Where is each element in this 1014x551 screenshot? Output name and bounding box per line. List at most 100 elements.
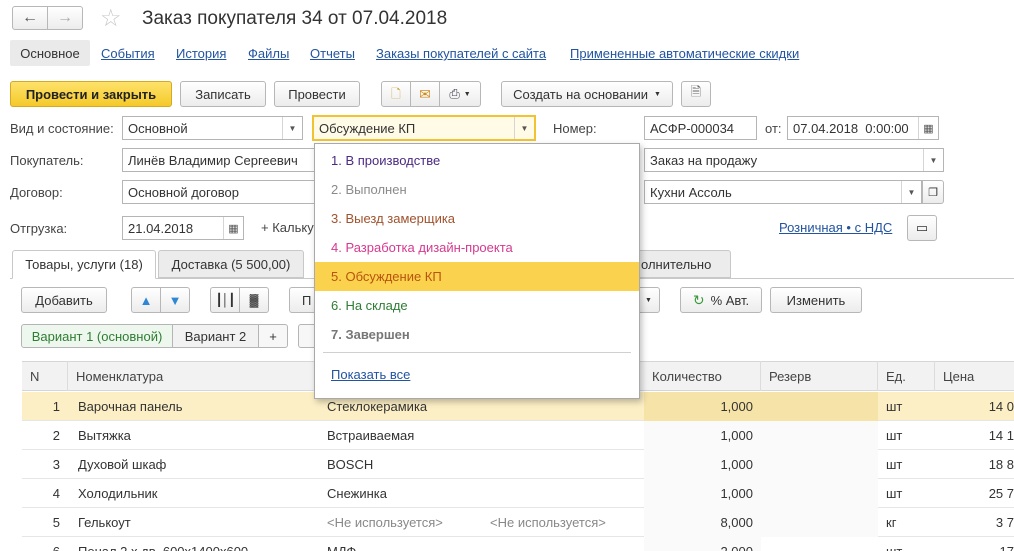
col-header-qty[interactable]: Количество	[644, 361, 761, 391]
price-settings-button[interactable]: ▭	[907, 215, 937, 241]
calendar-icon[interactable]: ▦	[918, 117, 938, 139]
contract-field[interactable]: Основной договор	[122, 180, 322, 204]
tab-site-orders[interactable]: Заказы покупателей с сайта	[376, 46, 546, 61]
add-variant-button[interactable]: +	[258, 324, 288, 348]
post-label: Провести	[288, 86, 346, 102]
shipment-date-field[interactable]: 21.04.2018 ▦	[122, 216, 244, 240]
auto-discount-button[interactable]: ↻ % Авт.	[680, 287, 762, 313]
row-qty: 1,000	[644, 450, 761, 479]
state-option-1[interactable]: 1. В производстве	[315, 146, 639, 175]
tab-goods[interactable]: Товары, услуги (18)	[12, 250, 156, 279]
row-price: 3 7	[995, 515, 1014, 530]
save-button[interactable]: Записать	[180, 81, 266, 107]
chevron-down-icon[interactable]: ▼	[282, 117, 302, 139]
state-dropdown-popup: 1. В производстве 2. Выполнен 3. Выезд з…	[314, 143, 640, 399]
chevron-down-icon: ▼	[463, 90, 471, 98]
back-button[interactable]: ←	[12, 6, 48, 30]
kind-select[interactable]: Основной ▼	[122, 116, 303, 140]
email-button[interactable]: ✉	[410, 81, 440, 107]
chevron-down-icon[interactable]: ▼	[514, 117, 534, 139]
col-header-n[interactable]: N	[22, 361, 68, 391]
variant-2-tab[interactable]: Вариант 2	[172, 324, 259, 348]
number-field[interactable]: АСФР-000034	[644, 116, 757, 140]
post-and-close-button[interactable]: Провести и закрыть	[10, 81, 172, 107]
state-option-6-label: 6. На складе	[331, 298, 408, 313]
row-item: Холодильник	[78, 486, 158, 501]
order-type-select[interactable]: Заказ на продажу ▼	[644, 148, 944, 172]
company-select[interactable]: Кухни Ассоль ▼	[644, 180, 922, 204]
post-button[interactable]: Провести	[274, 81, 360, 107]
col-header-price[interactable]: Цена	[935, 361, 1014, 391]
date-field[interactable]: 07.04.2018 0:00:00 ▦	[787, 116, 939, 140]
row-batch: <Не используется>	[490, 515, 606, 530]
tab-additional[interactable]: олнительно	[636, 250, 731, 278]
state-option-6[interactable]: 6. На складе	[315, 291, 639, 320]
col-header-reserve[interactable]: Резерв	[761, 361, 878, 391]
row-unit: шт	[886, 457, 903, 472]
kind-state-label: Вид и состояние:	[10, 121, 114, 136]
company-value: Кухни Ассоль	[650, 184, 732, 200]
state-select[interactable]: Обсуждение КП ▼	[312, 115, 536, 141]
row-item: Варочная панель	[78, 399, 183, 414]
scanner-button[interactable]: ▓	[239, 287, 269, 313]
col-header-qty-label: Количество	[652, 368, 722, 384]
move-down-button[interactable]: ▼	[160, 287, 190, 313]
shipment-value: 21.04.2018	[128, 220, 194, 236]
add-variant-label: +	[269, 328, 277, 344]
show-all-link[interactable]: Показать все	[331, 367, 410, 382]
table-row[interactable]: 6 Пенал 2 х дв. 600х1400х600 МДФ 2,000 ш…	[22, 537, 1014, 551]
state-option-2[interactable]: 2. Выполнен	[315, 175, 639, 204]
variant-1-tab[interactable]: Вариант 1 (основной)	[21, 324, 173, 348]
col-header-item[interactable]: Номенклатура	[68, 361, 318, 391]
kind-value: Основной	[128, 120, 188, 136]
barcode-icon: ┃│┃	[215, 293, 236, 307]
customer-field[interactable]: Линёв Владимир Сергеевич	[122, 148, 322, 172]
chevron-down-icon[interactable]: ▼	[901, 181, 921, 203]
tab-main[interactable]: Основное	[10, 40, 90, 66]
col-header-n-label: N	[30, 368, 40, 384]
state-option-5[interactable]: 5. Обсуждение КП	[315, 262, 639, 291]
document-report-button[interactable]: 🗎	[681, 81, 711, 107]
create-based-on-button[interactable]: Создать на основании ▼	[501, 81, 673, 107]
calendar-icon[interactable]: ▦	[223, 217, 243, 239]
date-value: 07.04.2018 0:00:00	[793, 120, 909, 136]
options-dropdown-button[interactable]: ▼	[638, 287, 660, 313]
move-up-button[interactable]: ▲	[131, 287, 161, 313]
table-row[interactable]: 2 Вытяжка Встраиваемая 1,000 шт 14 1	[22, 421, 1014, 450]
table-row[interactable]: 3 Духовой шкаф BOSCH 1,000 шт 18 8	[22, 450, 1014, 479]
barcode-button[interactable]: ┃│┃	[210, 287, 240, 313]
col-header-price-label: Цена	[943, 368, 975, 384]
state-option-3[interactable]: 3. Выезд замерщика	[315, 204, 639, 233]
variant-1-label: Вариант 1 (основной)	[31, 328, 163, 344]
tab-reports[interactable]: Отчеты	[310, 46, 355, 61]
change-button[interactable]: Изменить	[770, 287, 862, 313]
print-button[interactable]: ⎙ ▼	[439, 81, 481, 107]
tab-history[interactable]: История	[176, 46, 226, 61]
row-reserve	[761, 450, 878, 479]
row-n: 4	[52, 486, 60, 501]
table-row[interactable]: 5 Гелькоут <Не используется> <Не использ…	[22, 508, 1014, 537]
post-and-close-label: Провести и закрыть	[25, 86, 157, 102]
row-qty: 1,000	[644, 421, 761, 450]
state-option-4[interactable]: 4. Разработка дизайн-проекта	[315, 233, 639, 262]
tab-delivery[interactable]: Доставка (5 500,00)	[158, 250, 304, 278]
table-row[interactable]: 4 Холодильник Снежинка 1,000 шт 25 7	[22, 479, 1014, 508]
calculate-link[interactable]: + Кальку	[261, 220, 314, 235]
state-option-3-label: 3. Выезд замерщика	[331, 211, 456, 226]
col-header-unit[interactable]: Ед.	[878, 361, 935, 391]
row-n: 2	[52, 428, 60, 443]
price-type-link[interactable]: Розничная • с НДС	[779, 220, 892, 235]
add-button[interactable]: Добавить	[21, 287, 107, 313]
state-option-7[interactable]: 7. Завершен	[315, 320, 639, 349]
row-item: Духовой шкаф	[78, 457, 167, 472]
favorite-star-icon[interactable]: ☆	[100, 4, 122, 33]
tab-files[interactable]: Файлы	[248, 46, 289, 61]
forward-button[interactable]: →	[47, 6, 83, 30]
open-company-button[interactable]: ❐	[922, 180, 944, 204]
col-header-unit-label: Ед.	[886, 368, 906, 384]
arrow-left-icon: ←	[22, 9, 38, 26]
tab-auto-discounts[interactable]: Примененные автоматические скидки	[570, 46, 799, 61]
mark-deletion-button[interactable]: 🗋	[381, 81, 411, 107]
tab-events[interactable]: События	[101, 46, 155, 61]
chevron-down-icon[interactable]: ▼	[923, 149, 943, 171]
